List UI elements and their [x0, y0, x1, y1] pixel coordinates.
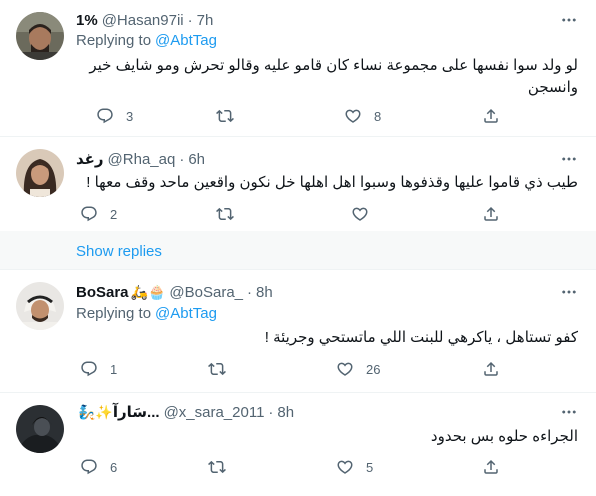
like-button[interactable]: 5 [336, 456, 373, 478]
retweet-button[interactable] [208, 358, 238, 380]
more-icon[interactable] [556, 282, 582, 302]
share-button[interactable] [482, 105, 500, 127]
tweet-text: كفو تستاهل ، ياكرهي للبنت اللي ماتستحي و… [264, 329, 578, 346]
timestamp[interactable]: 8h [256, 284, 273, 301]
share-icon [482, 107, 500, 125]
avatar[interactable] [16, 12, 64, 60]
mention-link[interactable]: @AbtTag [155, 305, 217, 322]
reply-button[interactable]: 6 [80, 456, 117, 478]
like-count: 5 [366, 459, 374, 475]
reply-button[interactable]: 2 [80, 203, 117, 225]
tweet-text: لو ولد سوا نفسها على مجموعة نساء كان قام… [89, 57, 578, 96]
retweet-icon [208, 360, 226, 378]
more-icon[interactable] [556, 402, 582, 422]
user-handle[interactable]: @Rha_aq [108, 151, 176, 168]
separator: · [179, 150, 185, 168]
tweet-text: الجراءه حلوه بس بحدود [430, 428, 578, 445]
reply-button[interactable]: 1 [80, 358, 117, 380]
separator: · [187, 11, 193, 29]
tweet-actions: 2 [96, 203, 516, 225]
mention-link[interactable]: @AbtTag [155, 32, 217, 49]
like-count: 26 [366, 361, 381, 377]
retweet-icon [216, 107, 234, 125]
share-icon [482, 360, 500, 378]
tweet[interactable]: BoSara 🛵🧁 @BoSara_ · 8h Replying to @AbtT… [0, 270, 596, 392]
tweet-actions: 6 5 [96, 456, 516, 478]
avatar[interactable] [16, 405, 64, 453]
replying-label: Replying to [76, 305, 152, 322]
tweet[interactable]: 1% @Hasan97ii · 7h Replying to @AbtTag لو… [0, 0, 596, 136]
timestamp[interactable]: 8h [277, 404, 294, 421]
heart-icon [336, 360, 354, 378]
like-button[interactable]: 26 [336, 358, 380, 380]
share-button[interactable] [482, 203, 500, 225]
reply-count: 2 [110, 206, 118, 222]
timestamp[interactable]: 6h [188, 151, 205, 168]
tweet-header: BoSara 🛵🧁 @BoSara_ · 8h [76, 282, 273, 302]
share-icon [482, 458, 500, 476]
reply-button[interactable]: 3 [96, 105, 133, 127]
user-handle[interactable]: @Hasan97ii [102, 12, 184, 29]
tweet-header: 1% @Hasan97ii · 7h [76, 10, 213, 30]
share-button[interactable] [482, 456, 500, 478]
separator: · [247, 283, 253, 301]
show-replies-row[interactable]: Show replies [0, 231, 596, 269]
more-icon[interactable] [556, 10, 582, 30]
tweet[interactable]: 🧞✨ سَارآ... @x_sara_2011 · 8h الجراءه حل… [0, 393, 596, 496]
retweet-button[interactable] [216, 105, 246, 127]
show-replies-link[interactable]: Show replies [76, 242, 162, 262]
share-button[interactable] [482, 358, 500, 380]
name-emoji: 🧞✨ [78, 403, 113, 420]
reply-icon [96, 107, 114, 125]
name-emoji: 🛵🧁 [130, 283, 166, 300]
tweet-header: 🧞✨ سَارآ... @x_sara_2011 · 8h [76, 402, 294, 422]
reply-icon [80, 458, 98, 476]
like-button[interactable] [351, 203, 381, 225]
replying-to: Replying to @AbtTag [76, 305, 217, 322]
replying-to: Replying to @AbtTag [76, 32, 217, 49]
tweet-text: طيب ذي قاموا عليها وقذفوها وسبوا اهل اهل… [86, 174, 578, 191]
reply-count: 1 [110, 361, 118, 377]
retweet-icon [216, 205, 234, 223]
timestamp[interactable]: 7h [197, 12, 214, 29]
tweet-actions: 3 8 [96, 105, 516, 127]
user-handle[interactable]: @x_sara_2011 [164, 404, 265, 421]
avatar[interactable] [16, 149, 64, 197]
like-count: 8 [374, 108, 382, 124]
retweet-button[interactable] [216, 203, 246, 225]
tweet-actions: 1 26 [96, 358, 516, 380]
reply-count: 3 [126, 108, 134, 124]
more-icon[interactable] [556, 149, 582, 169]
avatar[interactable] [16, 282, 64, 330]
heart-icon [336, 458, 354, 476]
retweet-icon [208, 458, 226, 476]
tweet-header: رغد @Rha_aq · 6h [76, 149, 205, 169]
display-name[interactable]: سَارآ... [113, 403, 160, 421]
reply-icon [80, 205, 98, 223]
separator: · [268, 403, 274, 421]
retweet-button[interactable] [208, 456, 238, 478]
display-name[interactable]: BoSara [76, 284, 129, 301]
share-icon [482, 205, 500, 223]
reply-icon [80, 360, 98, 378]
reply-count: 6 [110, 459, 118, 475]
heart-icon [344, 107, 362, 125]
display-name[interactable]: 1% [76, 12, 98, 29]
display-name[interactable]: رغد [76, 150, 104, 168]
like-button[interactable]: 8 [344, 105, 381, 127]
tweet[interactable]: رغد @Rha_aq · 6h طيب ذي قاموا عليها وقذف… [0, 137, 596, 231]
user-handle[interactable]: @BoSara_ [169, 284, 243, 301]
heart-icon [351, 205, 369, 223]
replying-label: Replying to [76, 32, 152, 49]
